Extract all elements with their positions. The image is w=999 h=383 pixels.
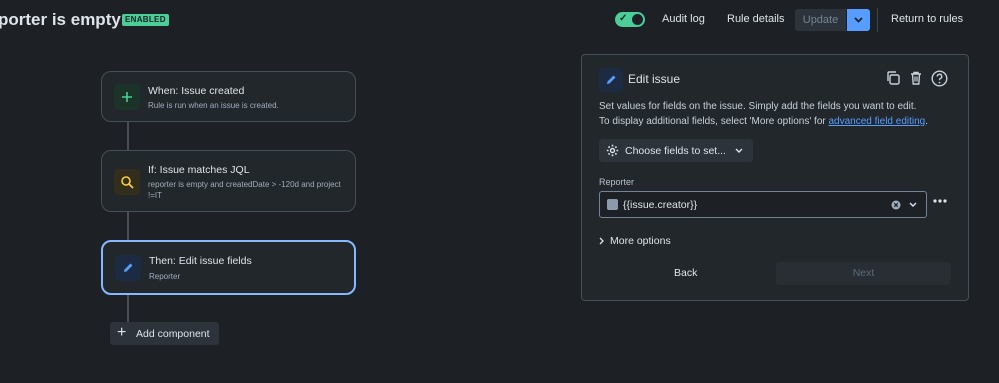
more-options-toggle[interactable]: More options xyxy=(599,235,671,247)
reporter-label: Reporter xyxy=(599,177,635,187)
help-icon[interactable] xyxy=(931,70,948,87)
advanced-field-editing-link[interactable]: advanced field editing xyxy=(829,116,926,127)
panel-description-2: To display additional fields, select 'Mo… xyxy=(599,116,928,127)
next-button[interactable]: Next xyxy=(776,262,951,285)
plus-icon xyxy=(114,84,140,110)
update-dropdown-button[interactable] xyxy=(847,9,870,31)
action-card[interactable]: Then: Edit issue fields Reporter xyxy=(101,240,356,295)
avatar xyxy=(607,199,618,210)
more-actions-icon[interactable] xyxy=(933,199,947,203)
clear-icon[interactable] xyxy=(891,200,901,210)
description-suffix: . xyxy=(925,116,929,127)
flow-connector xyxy=(127,121,129,150)
panel-title: Edit issue xyxy=(628,72,681,86)
plus-icon: + xyxy=(117,324,127,341)
card-title: When: Issue created xyxy=(148,85,245,97)
status-badge: ENABLED xyxy=(122,14,169,26)
search-icon xyxy=(114,169,140,195)
card-subtitle: Reporter xyxy=(149,272,181,281)
header-divider xyxy=(877,8,878,32)
rule-enabled-toggle[interactable]: ✓ xyxy=(615,12,645,27)
pencil-icon xyxy=(115,255,141,281)
check-icon: ✓ xyxy=(619,13,628,24)
chevron-down-icon xyxy=(854,17,863,23)
back-button[interactable]: Back xyxy=(674,267,697,279)
audit-log-button[interactable]: Audit log xyxy=(662,13,705,25)
toggle-knob xyxy=(632,14,643,25)
add-component-button[interactable]: + Add component xyxy=(110,322,219,345)
rule-details-button[interactable]: Rule details xyxy=(727,13,784,25)
chevron-right-icon xyxy=(599,237,604,245)
flow-connector xyxy=(127,212,129,241)
condition-card[interactable]: If: Issue matches JQL reporter is empty … xyxy=(101,150,356,212)
panel-description: Set values for fields on the issue. Simp… xyxy=(599,101,917,112)
trigger-card[interactable]: When: Issue created Rule is run when an … xyxy=(101,71,356,122)
pencil-icon xyxy=(599,68,623,92)
return-to-rules-button[interactable]: Return to rules xyxy=(891,13,963,25)
gear-icon xyxy=(606,144,619,157)
reporter-field[interactable]: {{issue.creator}} xyxy=(599,191,927,218)
choose-fields-label: Choose fields to set... xyxy=(625,145,726,157)
card-subtitle: reporter is empty and createdDate > -120… xyxy=(148,180,341,200)
duplicate-icon[interactable] xyxy=(885,70,901,86)
trash-icon[interactable] xyxy=(908,70,924,86)
card-title: If: Issue matches JQL xyxy=(148,164,250,176)
description-text: To display additional fields, select 'Mo… xyxy=(599,116,829,127)
edit-issue-panel: Edit issue Set values for fields on the … xyxy=(581,54,969,301)
card-subtitle: Rule is run when an issue is created. xyxy=(148,101,279,110)
page-title: porter is empty xyxy=(0,10,121,29)
chevron-down-icon[interactable] xyxy=(909,202,917,208)
chevron-down-icon xyxy=(735,148,743,153)
flow-connector xyxy=(127,295,129,322)
add-component-label: Add component xyxy=(136,328,210,340)
choose-fields-button[interactable]: Choose fields to set... xyxy=(599,139,753,162)
reporter-value: {{issue.creator}} xyxy=(623,199,698,211)
update-button[interactable]: Update xyxy=(795,9,846,31)
card-title: Then: Edit issue fields xyxy=(149,255,252,267)
more-options-label: More options xyxy=(610,235,671,247)
